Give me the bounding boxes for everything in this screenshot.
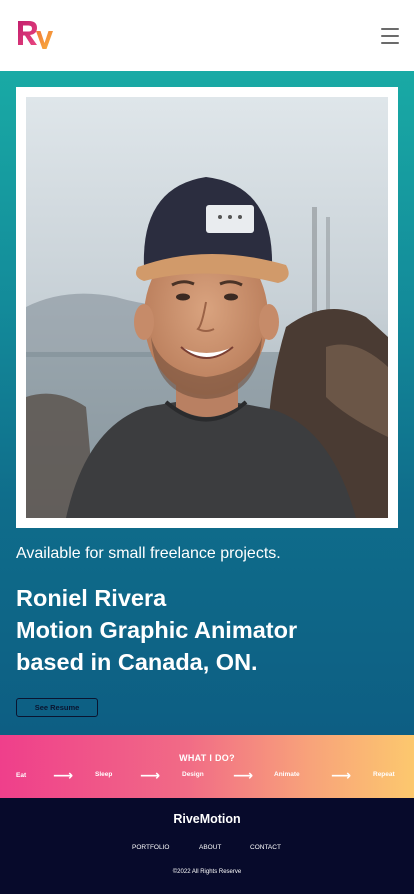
availability-tagline: Available for small freelance projects. — [16, 545, 281, 562]
photo-frame — [16, 87, 398, 528]
hero-section: Available for small freelance projects. … — [0, 71, 414, 735]
headline-location: based in Canada, ON. — [16, 649, 258, 675]
footer-link-about[interactable]: ABOUT — [199, 844, 221, 851]
arrow-right-icon: ⟶ — [140, 767, 161, 783]
step-eat: Eat — [16, 772, 27, 779]
copyright-text: ©2022 All Rights Reserve — [172, 869, 242, 875]
headline-name: Roniel Rivera — [16, 585, 167, 611]
profile-photo — [26, 97, 388, 518]
step-sleep: Sleep — [95, 771, 113, 778]
site-footer: RiveMotion PORTFOLIO ABOUT CONTACT ©2022… — [0, 798, 414, 894]
rv-logo-icon — [18, 21, 53, 49]
footer-link-portfolio[interactable]: PORTFOLIO — [132, 844, 169, 851]
headline-role: Motion Graphic Animator — [16, 617, 298, 643]
step-animate: Animate — [274, 771, 300, 778]
step-repeat: Repeat — [373, 771, 395, 778]
footer-brand: RiveMotion — [173, 812, 241, 826]
what-i-do-section: WHAT I DO? Eat ⟶ Sleep ⟶ Design ⟶ Animat… — [0, 735, 414, 798]
portrait-image — [26, 97, 388, 518]
rv-logo[interactable] — [16, 19, 54, 51]
step-design: Design — [182, 771, 204, 778]
hero-headline: Roniel Rivera Motion Graphic Animator ba… — [16, 582, 297, 678]
what-i-do-title: WHAT I DO? — [179, 753, 235, 763]
see-resume-button[interactable]: See Resume — [16, 698, 98, 717]
arrow-right-icon: ⟶ — [233, 767, 254, 783]
arrow-right-icon: ⟶ — [331, 767, 352, 783]
arrow-right-icon: ⟶ — [53, 767, 74, 783]
site-header — [0, 0, 414, 71]
footer-link-contact[interactable]: CONTACT — [250, 844, 281, 851]
hamburger-menu-icon[interactable] — [381, 27, 399, 45]
